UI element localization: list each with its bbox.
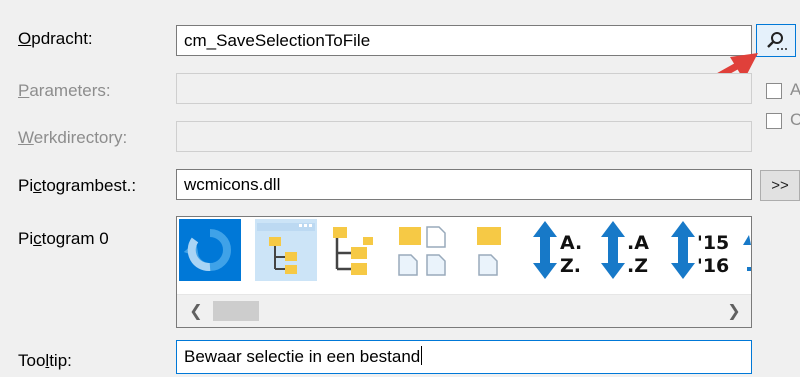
tree-view-icon [257, 223, 315, 274]
icon-tile-sort-date[interactable]: '15 '16 [667, 219, 751, 281]
svg-text:.A: .A [627, 232, 649, 254]
workdir-label: Werkdirectory: [18, 128, 127, 148]
tooltip-label-text-a: Too [18, 351, 46, 370]
icon-index: 0 [99, 229, 109, 248]
icon-tile-refresh[interactable] [179, 219, 241, 281]
tooltip-label: Tooltip: [18, 351, 72, 371]
checkbox-a-label: A [790, 80, 800, 99]
iconfile-input[interactable]: wcmicons.dll [176, 169, 752, 200]
sort-date-icon: '15 '16 [671, 221, 751, 279]
scroll-left-button[interactable]: ❮ [181, 295, 211, 327]
tooltip-input-value: Bewaar selectie in een bestand [184, 347, 421, 366]
icon-tile-sort-az[interactable]: A. Z. [529, 219, 591, 281]
folder-file-icon [477, 227, 501, 276]
command-label-mnemonic: O [18, 29, 32, 48]
icon-label-text-b: togram [41, 229, 100, 248]
workdir-label-mnemonic: W [18, 128, 34, 147]
tooltip-label-text-b: tip: [49, 351, 72, 370]
parameters-input[interactable] [176, 73, 752, 104]
icon-tile-sort-za[interactable]: .A .Z [597, 219, 659, 281]
chevron-left-icon: ❮ [189, 303, 203, 320]
folders-files-icon [398, 226, 446, 276]
refresh-icon [183, 229, 231, 272]
iconfile-label-text-a: Pi [18, 176, 34, 195]
svg-text:.Z: .Z [627, 255, 648, 277]
svg-text:Z.: Z. [560, 255, 581, 277]
icon-list[interactable]: A. Z. .A .Z '15 '16 ❮ ❯ [176, 216, 752, 328]
parameters-label-text: arameters: [29, 81, 111, 100]
command-label: Opdracht: [18, 29, 93, 49]
icon-tile-tree-view[interactable] [255, 219, 317, 281]
icon-tile-folder-file[interactable] [463, 219, 525, 281]
scroll-thumb[interactable] [213, 301, 259, 321]
command-label-text: pdracht: [31, 29, 93, 48]
sort-az-icon: A. Z. [533, 221, 582, 279]
iconfile-input-value: wcmicons.dll [184, 175, 281, 194]
tooltip-input[interactable]: Bewaar selectie in een bestand [176, 340, 752, 374]
icon-tile-folder-tree[interactable] [323, 219, 385, 281]
command-input-value: cm_SaveSelectionToFile [184, 31, 371, 50]
parameters-label-mnemonic: P [18, 81, 30, 100]
sort-za-icon: .A .Z [601, 221, 649, 279]
svg-text:'15: '15 [697, 232, 729, 254]
browse-iconfile-label: >> [771, 177, 789, 194]
checkbox-a[interactable] [766, 83, 782, 99]
svg-text:'16: '16 [697, 255, 729, 277]
magnifier-icon [767, 31, 787, 50]
workdir-label-text: erkdirectory: [33, 128, 128, 147]
icon-label-mnemonic: c [33, 229, 42, 248]
icon-label-text-a: Pi [18, 229, 34, 248]
text-caret [421, 346, 423, 365]
chevron-right-icon: ❯ [727, 303, 741, 320]
icon-tile-folders-files[interactable] [391, 219, 453, 281]
workdir-input[interactable] [176, 121, 752, 152]
checkbox-c[interactable] [766, 113, 782, 129]
svg-text:A.: A. [560, 232, 582, 254]
parameters-label: Parameters: [18, 81, 111, 101]
icon-label: Pictogram 0 [18, 229, 109, 249]
iconfile-label: Pictogrambest.: [18, 176, 136, 196]
scroll-right-button[interactable]: ❯ [719, 295, 749, 327]
iconfile-label-text-b: togrambest.: [41, 176, 137, 195]
checkbox-c-label: C [790, 110, 800, 129]
icon-list-scrollbar[interactable]: ❮ ❯ [177, 294, 751, 327]
iconfile-label-mnemonic: c [33, 176, 42, 195]
folder-tree-icon [333, 227, 373, 275]
browse-iconfile-button[interactable]: >> [760, 170, 800, 201]
